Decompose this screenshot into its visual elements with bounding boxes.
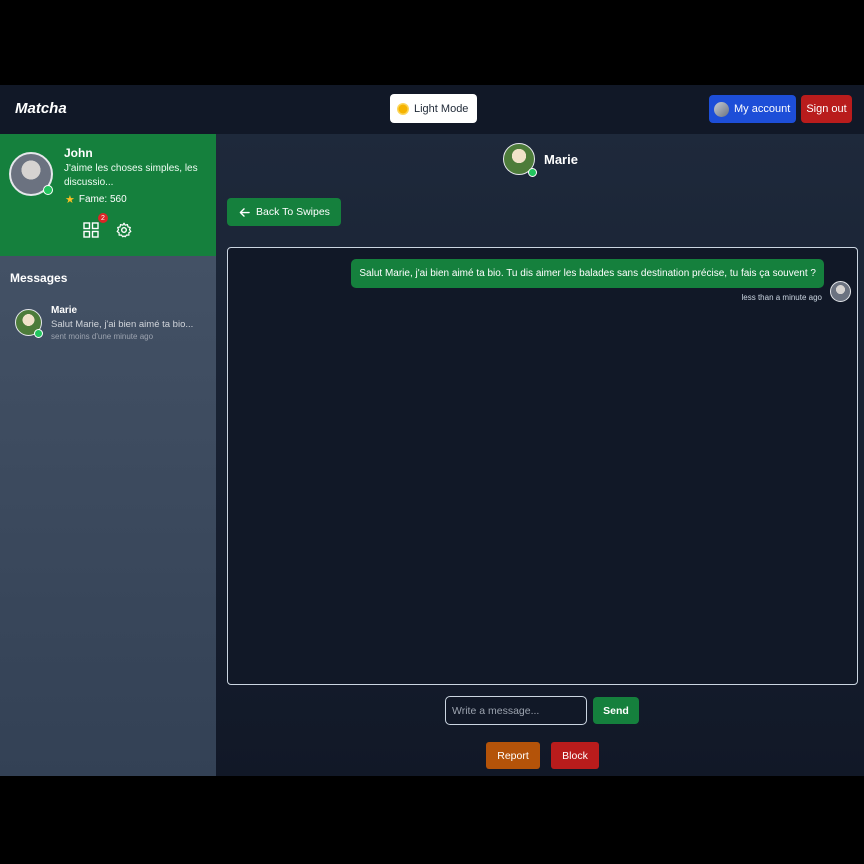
messages-title: Messages: [10, 271, 68, 285]
online-status-dot: [43, 185, 53, 195]
arrow-left-icon: [239, 207, 250, 217]
block-button[interactable]: Block: [551, 742, 599, 769]
notification-badge: 2: [98, 213, 108, 223]
message-thread[interactable]: Salut Marie, j'ai bien aimé ta bio. Tu d…: [227, 247, 858, 685]
profile-name: John: [64, 146, 93, 160]
fame-score: ★ Fame: 560: [65, 193, 127, 206]
star-icon: ★: [65, 194, 75, 206]
light-mode-label: Light Mode: [414, 102, 469, 115]
account-avatar: [714, 101, 729, 117]
chat-partner-name[interactable]: Marie: [544, 152, 578, 167]
chat-partner-online-dot: [528, 168, 537, 177]
chat-panel: Marie Back To Swipes Salut Marie, j'ai b…: [216, 134, 864, 776]
top-navbar: Matcha Light Mode My account Sign out: [0, 85, 864, 134]
back-to-swipes-button[interactable]: Back To Swipes: [227, 198, 341, 226]
conversation-time: sent moins d'une minute ago: [51, 332, 154, 341]
send-button[interactable]: Send: [593, 697, 639, 724]
profile-card: John J'aime les choses simples, les disc…: [0, 134, 216, 256]
light-mode-button[interactable]: Light Mode: [390, 94, 477, 123]
app-window: Matcha Light Mode My account Sign out Jo…: [0, 85, 864, 776]
report-button[interactable]: Report: [486, 742, 540, 769]
app-logo[interactable]: Matcha: [15, 100, 67, 117]
message-time: less than a minute ago: [741, 293, 823, 302]
sender-avatar: [830, 281, 851, 302]
conversation-online-dot: [34, 329, 43, 338]
fame-label: Fame: 560: [78, 194, 127, 205]
conversation-preview: Salut Marie, j'ai bien aimé ta bio...: [51, 319, 194, 330]
sign-out-button[interactable]: Sign out: [801, 95, 852, 123]
conversation-item[interactable]: Marie Salut Marie, j'ai bien aimé ta bio…: [0, 298, 216, 348]
message-input[interactable]: [445, 696, 587, 725]
message-bubble: Salut Marie, j'ai bien aimé ta bio. Tu d…: [351, 259, 824, 288]
my-account-button[interactable]: My account: [709, 95, 796, 123]
my-account-label: My account: [734, 103, 791, 115]
grid-icon[interactable]: [83, 222, 99, 238]
back-to-swipes-label: Back To Swipes: [256, 206, 330, 218]
conversation-name: Marie: [51, 305, 78, 316]
profile-bio: J'aime les choses simples, les discussio…: [64, 163, 198, 188]
sidebar: John J'aime les choses simples, les disc…: [0, 134, 216, 776]
gear-icon[interactable]: [116, 222, 132, 238]
sun-icon: [398, 104, 408, 113]
